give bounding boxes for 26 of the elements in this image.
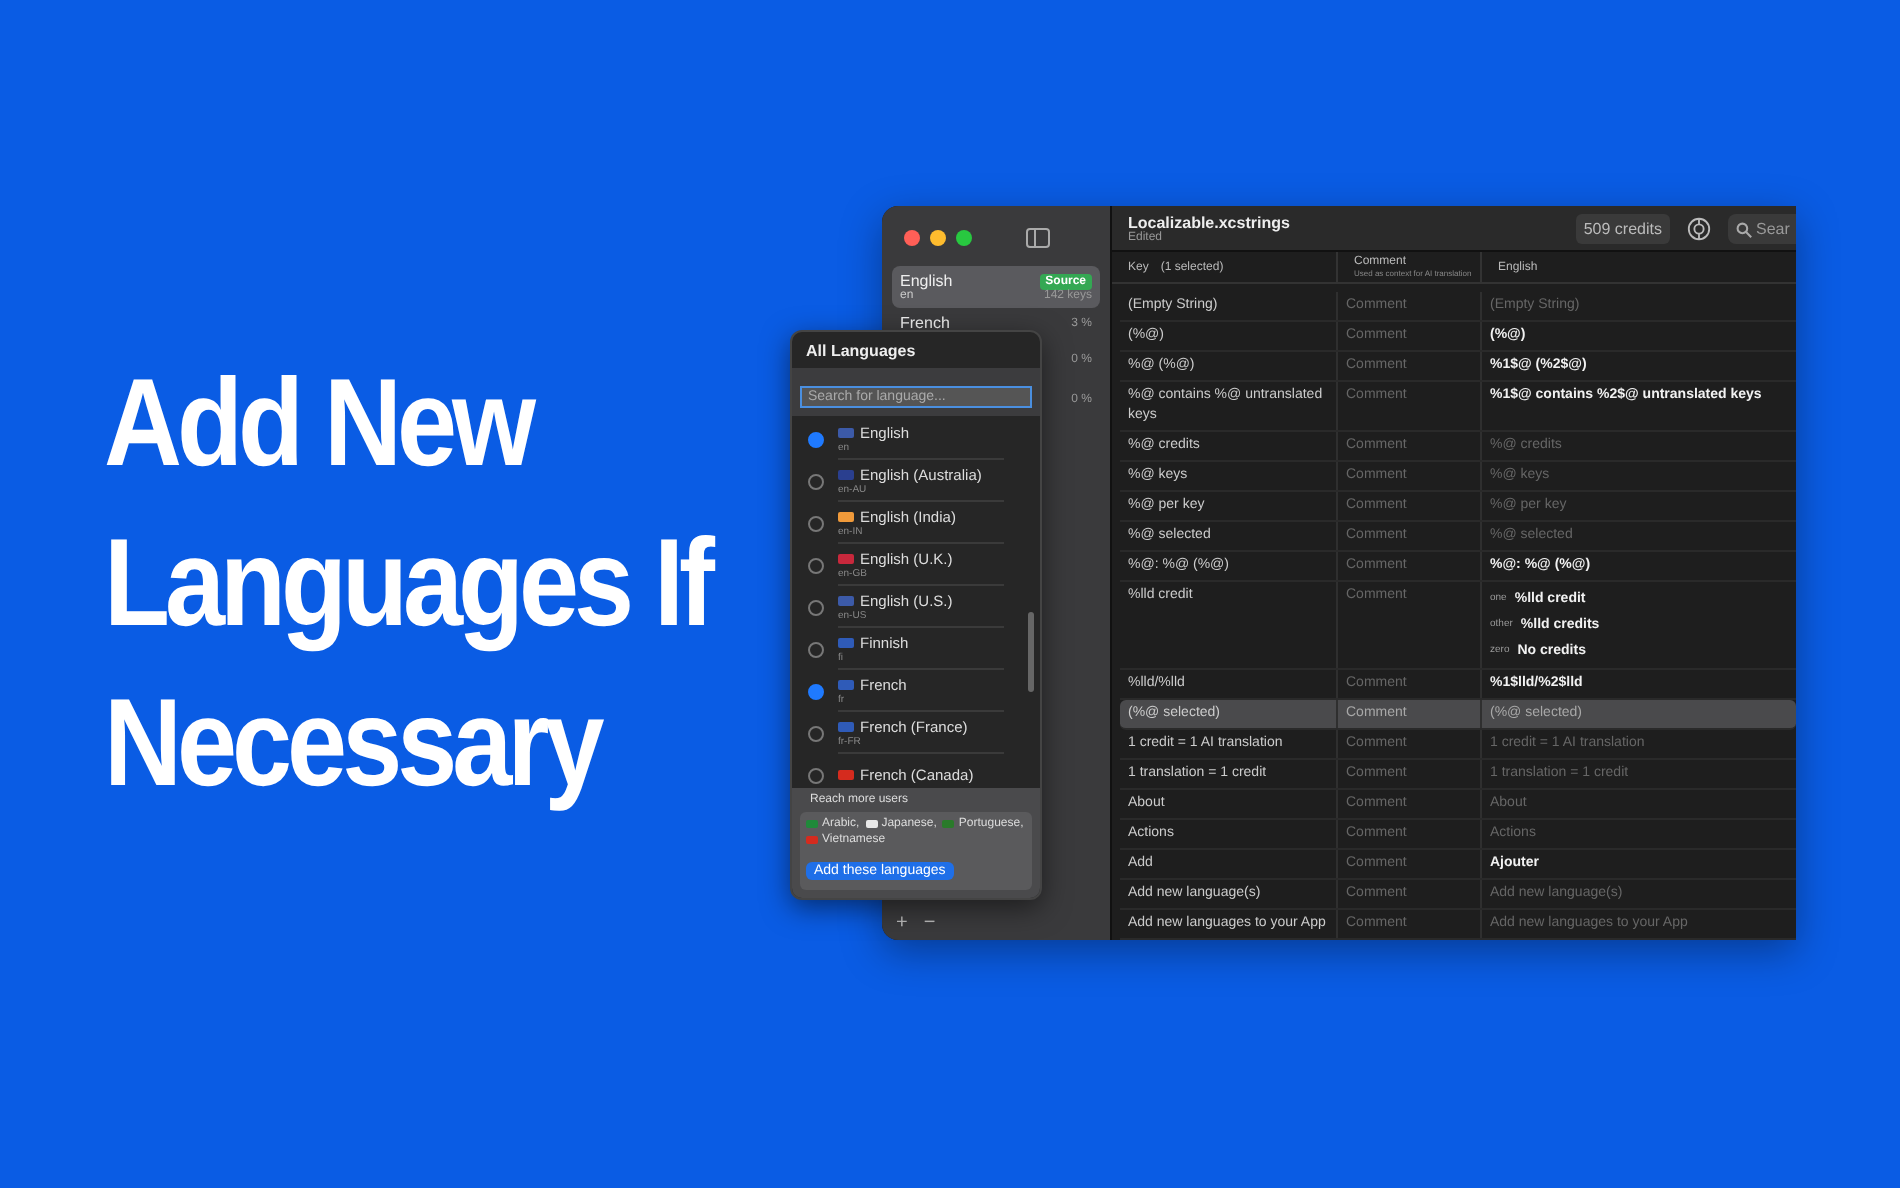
radio-button[interactable] <box>808 515 824 531</box>
scrollbar[interactable] <box>1028 612 1034 692</box>
credits-counter[interactable]: 509 credits <box>1575 213 1670 244</box>
radio-button[interactable] <box>808 767 824 783</box>
footer-button[interactable]: + <box>890 912 914 934</box>
radio-button[interactable] <box>808 725 824 741</box>
radio-button[interactable] <box>808 599 824 615</box>
sidebar-toggle-icon[interactable] <box>1026 228 1050 248</box>
popover-title: All Languages <box>804 340 918 364</box>
radio-button[interactable] <box>808 557 824 573</box>
document-title: Localizable.xcstrings <box>1128 213 1292 232</box>
language-name: French <box>900 314 950 332</box>
radio-button[interactable] <box>808 431 824 447</box>
headline: Necessary <box>104 673 600 817</box>
close-icon[interactable] <box>904 230 920 246</box>
minimize-icon[interactable] <box>930 230 946 246</box>
radio-button[interactable] <box>808 473 824 489</box>
knot-icon[interactable] <box>1686 215 1712 242</box>
headline: Languages If <box>104 513 711 657</box>
radio-button[interactable] <box>808 683 824 699</box>
language-name: English <box>900 272 953 290</box>
headline: Add New <box>104 353 532 497</box>
footer-button[interactable]: − <box>917 912 942 934</box>
zoom-icon[interactable] <box>956 230 972 246</box>
search-field[interactable]: Sear <box>1728 213 1796 244</box>
radio-button[interactable] <box>808 641 824 657</box>
